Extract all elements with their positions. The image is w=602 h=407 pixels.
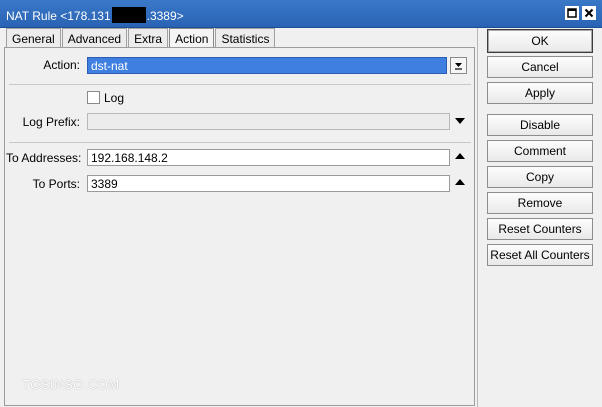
action-dropdown-button[interactable] [450,57,467,74]
window-title: NAT Rule <178.131 .3389> [6,7,184,23]
maximize-icon [567,8,577,18]
action-panel [4,47,475,406]
to-ports-field[interactable]: 3389 [87,175,450,192]
log-checkbox[interactable] [87,91,100,104]
maximize-button[interactable] [565,6,579,20]
copy-button[interactable]: Copy [487,166,593,188]
to-ports-collapse-icon[interactable] [454,177,466,187]
apply-button[interactable]: Apply [487,82,593,104]
close-icon [584,8,594,18]
ok-button[interactable]: OK [487,29,593,53]
section-divider-2 [9,142,471,143]
close-button[interactable] [582,6,596,20]
to-addresses-label: To Addresses: [6,151,82,165]
cancel-button[interactable]: Cancel [487,56,593,78]
panel-divider [477,28,478,407]
section-divider [9,84,471,85]
action-label: Action: [43,58,80,72]
tab-bar: General Advanced Extra Action Statistics [6,28,276,48]
comment-button[interactable]: Comment [487,140,593,162]
redaction-block [111,7,146,23]
window-titlebar[interactable]: NAT Rule <178.131 .3389> [0,0,602,28]
reset-all-counters-button[interactable]: Reset All Counters [487,244,593,266]
log-prefix-field[interactable] [87,113,450,130]
dropdown-arrow-icon [455,63,462,70]
tab-statistics[interactable]: Statistics [215,28,276,47]
tab-extra[interactable]: Extra [128,28,169,47]
to-addresses-field[interactable]: 192.168.148.2 [87,149,450,166]
to-ports-label: To Ports: [32,177,80,191]
to-addresses-collapse-icon[interactable] [454,151,466,161]
log-prefix-label: Log Prefix: [22,115,80,129]
tab-advanced[interactable]: Advanced [61,28,128,47]
log-prefix-dropdown-icon[interactable] [454,116,466,126]
window-title-prefix: NAT Rule <178.131 [6,9,111,23]
disable-button[interactable]: Disable [487,114,593,136]
action-select[interactable]: dst-nat [87,57,447,74]
tab-action[interactable]: Action [169,28,215,48]
window-title-suffix: .3389> [146,9,184,23]
remove-button[interactable]: Remove [487,192,593,214]
log-label: Log [104,91,125,105]
watermark-text: TOSINSO.COM [22,377,120,392]
reset-counters-button[interactable]: Reset Counters [487,218,593,240]
tab-general[interactable]: General [6,28,61,47]
